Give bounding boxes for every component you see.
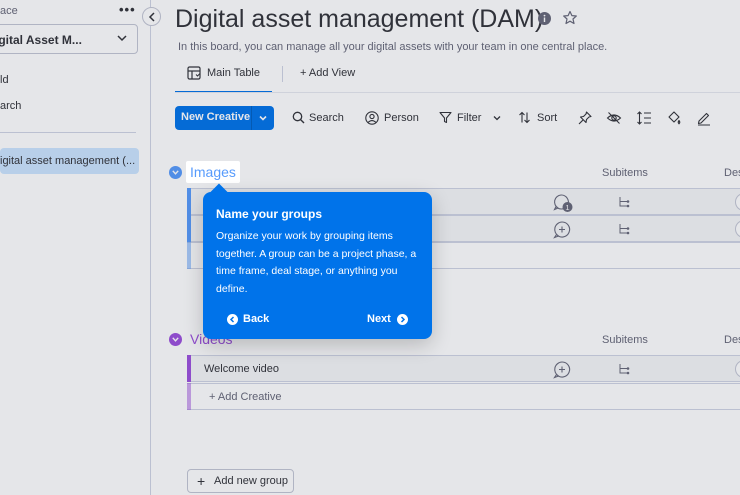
group-title-spotlight[interactable]: Images	[186, 161, 240, 183]
next-label: Next	[367, 313, 391, 325]
back-label: Back	[243, 313, 270, 325]
group-title[interactable]: Images	[190, 164, 236, 180]
tooltip-title: Name your groups	[216, 207, 323, 221]
onboarding-tooltip: Name your groups Organize your work by g…	[203, 183, 432, 339]
arrow-right-circle-icon	[397, 314, 408, 325]
tooltip-body: Organize your work by grouping items tog…	[216, 230, 417, 295]
arrow-left-circle-icon	[227, 314, 238, 325]
